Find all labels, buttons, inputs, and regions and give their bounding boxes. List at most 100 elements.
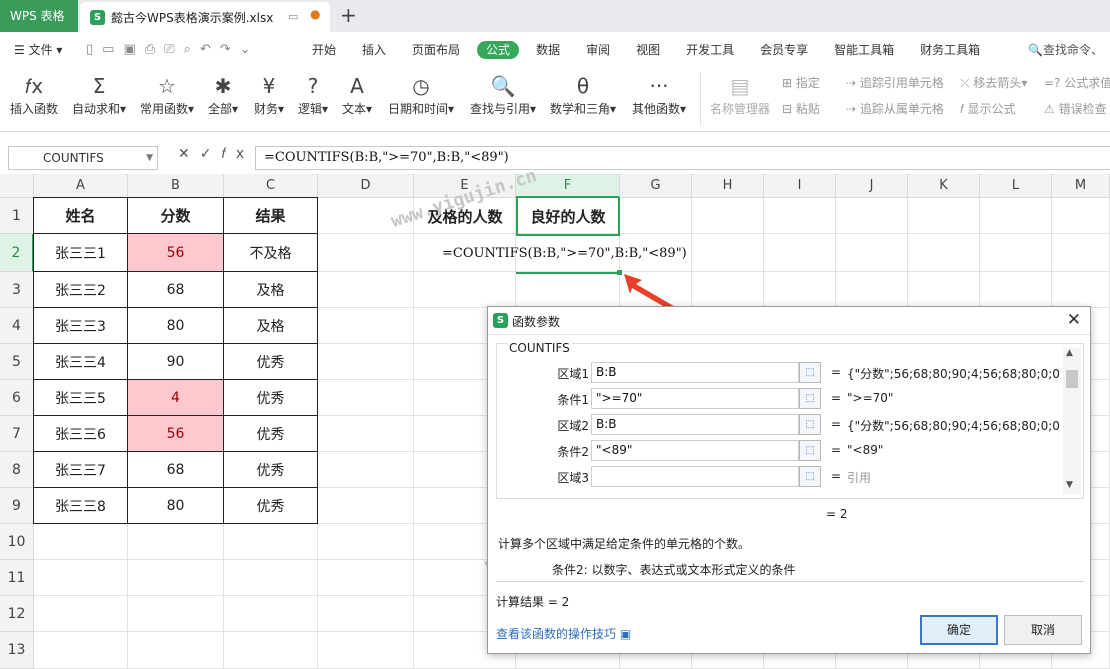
arguments-scrollbar[interactable]: ▲ ▼ [1063, 348, 1081, 494]
show-formulas-button[interactable]: 𝑓 显示公式 [960, 100, 1016, 117]
export-icon[interactable]: ⎙ [145, 42, 155, 57]
save-icon[interactable]: ▣ [123, 42, 135, 57]
table-cell[interactable]: 及格 [224, 272, 318, 308]
table-cell[interactable]: 优秀 [224, 380, 318, 416]
column-header-m[interactable]: M [1052, 174, 1110, 198]
row-header-3[interactable]: 3 [0, 272, 34, 308]
formula-input[interactable]: =COUNTIFS(B:B,">=70",B:B,"<89") [255, 146, 1110, 170]
table-cell[interactable]: 不及格 [224, 234, 318, 272]
column-header-i[interactable]: I [764, 174, 836, 198]
all-functions-button[interactable]: ✱ 全部▾ [208, 72, 238, 117]
row-header-6[interactable]: 6 [0, 380, 34, 416]
name-manager-button[interactable]: ▤ 名称管理器 [710, 72, 770, 117]
dialog-title-bar[interactable]: S 函数参数 ✕ [488, 307, 1090, 335]
argument-input[interactable]: B:B [591, 414, 799, 435]
menu-tab-1[interactable]: 开始 [312, 43, 336, 57]
argument-input[interactable]: ">=70" [591, 388, 799, 409]
column-header-b[interactable]: B [128, 174, 224, 198]
row-header-2[interactable]: 2 [0, 234, 34, 272]
screen-icon[interactable]: ▭ [288, 10, 298, 23]
menu-tab-2[interactable]: 插入 [362, 43, 386, 57]
row-header-12[interactable]: 12 [0, 596, 34, 632]
autosum-button[interactable]: Σ 自动求和▾ [72, 72, 126, 117]
table-cell[interactable]: 68 [128, 272, 224, 308]
range-select-button[interactable]: ⬚ [799, 362, 821, 383]
table-cell[interactable]: 张三三5 [34, 380, 128, 416]
paste-name-button[interactable]: ⊟ 粘贴 [782, 100, 820, 117]
column-header-d[interactable]: D [318, 174, 414, 198]
other-functions-button[interactable]: ··· 其他函数▾ [632, 72, 686, 117]
trace-precedents-button[interactable]: ⇢ 追踪引用单元格 [846, 74, 944, 91]
new-file-icon[interactable]: ▯ [86, 42, 93, 57]
table-cell[interactable]: 56 [128, 416, 224, 452]
cancel-button[interactable]: 取消 [1004, 615, 1082, 645]
table-cell[interactable]: 张三三6 [34, 416, 128, 452]
argument-input[interactable]: "<89" [591, 440, 799, 461]
document-tab[interactable]: S 懿古今WPS表格演示案例.xlsx ▭ ● [80, 2, 330, 32]
table-cell[interactable]: 张三三1 [34, 234, 128, 272]
menu-tab-4[interactable]: 公式 [477, 40, 520, 59]
column-header-k[interactable]: K [908, 174, 980, 198]
range-select-button[interactable]: ⬚ [799, 466, 821, 487]
row-header-4[interactable]: 4 [0, 308, 34, 344]
chevron-down-icon[interactable]: ▼ [1066, 480, 1073, 490]
common-functions-button[interactable]: ☆ 常用函数▾ [140, 72, 194, 117]
command-search[interactable]: 🔍查找命令、 [1028, 41, 1103, 58]
lookup-reference-button[interactable]: 🔍 查找与引用▾ [470, 72, 536, 117]
row-header-11[interactable]: 11 [0, 560, 34, 596]
remove-arrows-button[interactable]: ⤫ 移去箭头▾ [960, 74, 1027, 91]
column-header-c[interactable]: C [224, 174, 318, 198]
menu-tab-3[interactable]: 页面布局 [412, 43, 460, 57]
column-header-h[interactable]: H [692, 174, 764, 198]
ok-button[interactable]: 确定 [920, 615, 998, 645]
row-header-10[interactable]: 10 [0, 524, 34, 560]
table-cell[interactable]: 4 [128, 380, 224, 416]
table-cell[interactable]: 张三三8 [34, 488, 128, 524]
table-cell[interactable]: 56 [128, 234, 224, 272]
check-icon[interactable]: ✓ [200, 146, 222, 162]
row-header-5[interactable]: 5 [0, 344, 34, 380]
column-header-g[interactable]: G [620, 174, 692, 198]
date-time-button[interactable]: ◷ 日期和时间▾ [388, 72, 454, 117]
table-cell[interactable]: 及格 [224, 308, 318, 344]
close-icon[interactable]: ✕ [1067, 310, 1081, 330]
table-cell[interactable]: 68 [128, 452, 224, 488]
redo-icon[interactable]: ↷ [220, 42, 231, 57]
chevron-down-icon[interactable]: ▼ [146, 147, 153, 169]
table-cell[interactable]: 张三三3 [34, 308, 128, 344]
menu-tab-8[interactable]: 开发工具 [686, 43, 734, 57]
menu-tab-5[interactable]: 数据 [536, 43, 560, 57]
menu-tab-9[interactable]: 会员专享 [760, 43, 808, 57]
cell-f2-formula[interactable]: =COUNTIFS(B:B,">=70",B:B,"<89") [442, 246, 687, 261]
menu-tab-11[interactable]: 财务工具箱 [920, 43, 980, 57]
table-cell[interactable]: 张三三2 [34, 272, 128, 308]
logical-button[interactable]: ? 逻辑▾ [298, 72, 328, 117]
table-header-cell[interactable]: 分数 [128, 198, 224, 234]
file-menu[interactable]: ☰ 文件 ▾ [14, 41, 86, 58]
scrollbar-thumb[interactable] [1066, 370, 1078, 388]
column-header-a[interactable]: A [34, 174, 128, 198]
row-header-9[interactable]: 9 [0, 488, 34, 524]
table-header-cell[interactable]: 姓名 [34, 198, 128, 234]
new-tab-button[interactable]: + [340, 3, 357, 27]
table-cell[interactable]: 张三三7 [34, 452, 128, 488]
row-header-8[interactable]: 8 [0, 452, 34, 488]
name-box[interactable]: COUNTIFS ▼ [8, 146, 158, 170]
table-header-cell[interactable]: 结果 [224, 198, 318, 234]
menu-tab-6[interactable]: 审阅 [586, 43, 610, 57]
select-all-corner[interactable] [0, 174, 34, 198]
evaluate-formula-button[interactable]: =? 公式求值 [1044, 74, 1110, 91]
text-button[interactable]: A 文本▾ [342, 72, 372, 117]
row-header-13[interactable]: 13 [0, 632, 34, 669]
math-trig-button[interactable]: θ 数学和三角▾ [550, 72, 616, 117]
table-cell[interactable]: 优秀 [224, 452, 318, 488]
column-header-l[interactable]: L [980, 174, 1052, 198]
help-link[interactable]: 查看该函数的操作技巧 ▣ [496, 625, 631, 642]
row-header-1[interactable]: 1 [0, 198, 34, 234]
chevron-up-icon[interactable]: ▲ [1066, 348, 1073, 358]
table-cell[interactable]: 80 [128, 308, 224, 344]
print-icon[interactable]: ⎚ [164, 42, 174, 57]
table-cell[interactable]: 优秀 [224, 416, 318, 452]
app-tab[interactable]: WPS 表格 [0, 0, 78, 32]
define-name-button[interactable]: ⊞ 指定 [782, 74, 820, 91]
